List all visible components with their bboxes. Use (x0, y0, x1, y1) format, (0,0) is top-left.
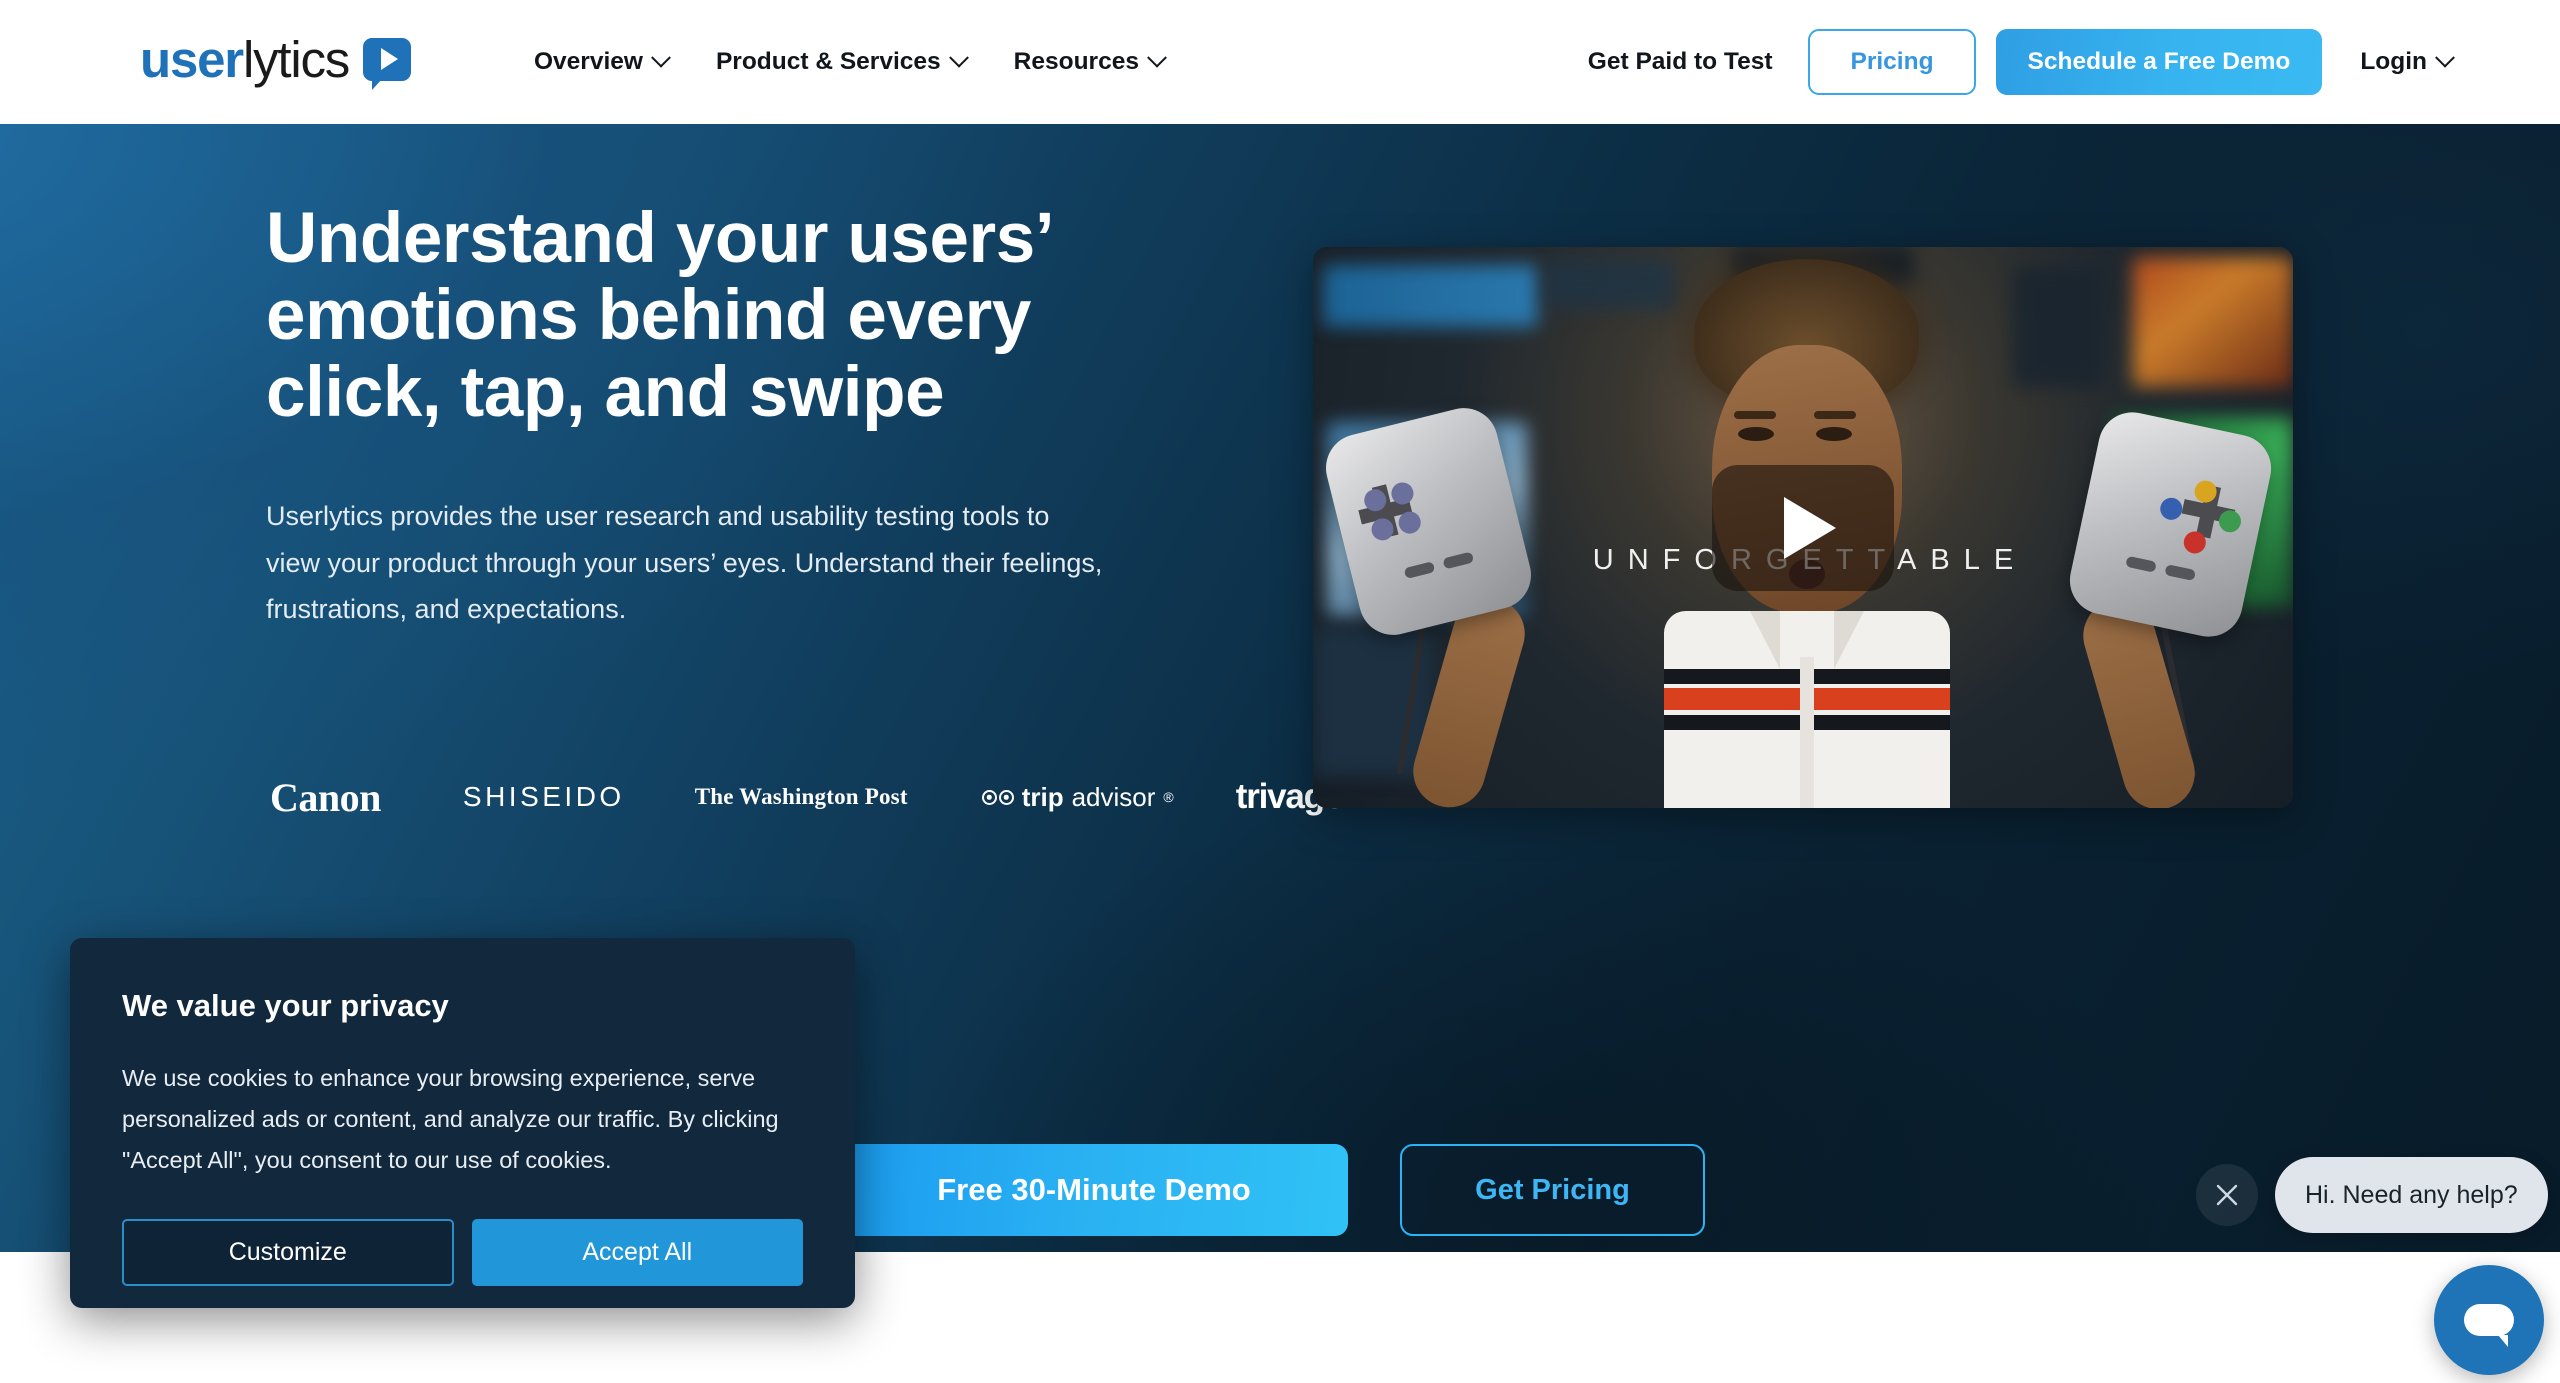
play-icon (1783, 496, 1836, 559)
login-menu[interactable]: Login (2360, 47, 2455, 76)
get-pricing-button[interactable]: Get Pricing (1400, 1144, 1705, 1236)
hero-copy: Understand your users’ emotions behind e… (266, 200, 1316, 632)
cookie-banner-actions: Customize Accept All (122, 1218, 803, 1286)
game-controller-icon (2063, 406, 2278, 643)
hero-video-player[interactable]: UNFORGETTABLE (1313, 247, 2293, 808)
chat-icon (2464, 1304, 2514, 1347)
chevron-down-icon (948, 47, 969, 68)
play-button[interactable] (1712, 464, 1894, 591)
accept-all-cookies-button[interactable]: Accept All (471, 1218, 803, 1286)
logo-text-secondary: lytics (242, 30, 350, 88)
free-demo-button[interactable]: Free 30-Minute Demo (840, 1144, 1348, 1236)
pricing-button[interactable]: Pricing (1808, 29, 1976, 95)
close-chat-prompt-button[interactable] (2196, 1164, 2258, 1226)
chevron-down-icon (2435, 47, 2455, 68)
play-bubble-icon (363, 37, 412, 90)
chat-prompt-bubble[interactable]: Hi. Need any help? (2275, 1157, 2548, 1233)
hero-subtitle: Userlytics provides the user research an… (266, 501, 1103, 624)
nav-item-overview[interactable]: Overview (534, 47, 671, 76)
brand-logo-shiseido: SHISEIDO (462, 781, 625, 812)
nav-item-resources[interactable]: Resources (1013, 47, 1167, 76)
owl-eyes-icon (981, 789, 1014, 805)
nav-item-label: Resources (1013, 48, 1139, 75)
chevron-down-icon (1147, 47, 1167, 68)
cookie-consent-banner: We value your privacy We use cookies to … (70, 938, 855, 1308)
cookie-banner-title: We value your privacy (122, 988, 449, 1023)
close-icon (2216, 1184, 2238, 1206)
login-label: Login (2360, 48, 2427, 75)
schedule-demo-button[interactable]: Schedule a Free Demo (1995, 29, 2323, 95)
page-root: user lytics Overview Product & Services R… (0, 0, 2560, 1383)
site-header: user lytics Overview Product & Services R… (0, 0, 2560, 124)
chevron-down-icon (651, 47, 671, 68)
brand-logo-tripadvisor-light: advisor (1071, 781, 1156, 812)
hero-cta-row: Free 30-Minute Demo Get Pricing (840, 1144, 1705, 1236)
primary-navigation: Overview Product & Services Resources (534, 0, 1167, 124)
open-chat-button[interactable] (2434, 1265, 2544, 1375)
cookie-banner-body: We use cookies to enhance your browsing … (122, 1065, 779, 1173)
brand-logo-tripadvisor-bold: trip (1021, 781, 1064, 812)
nav-item-label: Overview (534, 48, 643, 75)
brand-logo-canon: Canon (270, 774, 381, 820)
nav-item-label: Product & Services (715, 48, 941, 75)
hero-title: Understand your users’ emotions behind e… (266, 199, 1055, 433)
logo-text-primary: user (140, 30, 244, 88)
registered-mark: ® (1163, 789, 1174, 805)
site-logo[interactable]: user lytics (140, 28, 412, 90)
brand-logo-tripadvisor: trip advisor ® (981, 781, 1174, 813)
get-paid-to-test-link[interactable]: Get Paid to Test (1588, 48, 1773, 76)
nav-item-product-services[interactable]: Product & Services (715, 47, 969, 76)
customize-cookies-button[interactable]: Customize (122, 1218, 454, 1286)
client-logo-strip: Canon SHISEIDO The Washington Post trip a… (270, 769, 1345, 825)
brand-logo-washington-post: The Washington Post (694, 784, 908, 809)
secondary-navigation: Get Paid to Test Pricing Schedule a Free… (1588, 0, 2455, 124)
